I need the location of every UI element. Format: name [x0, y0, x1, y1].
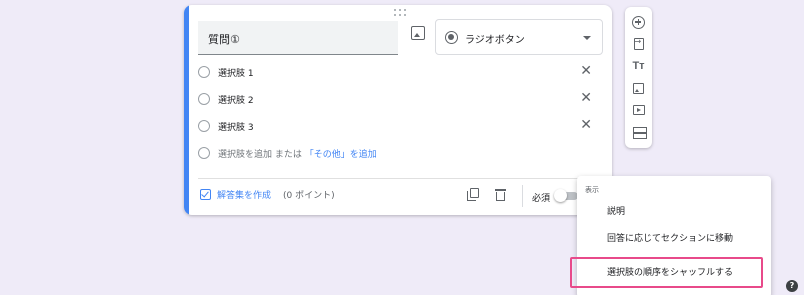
video-icon — [632, 105, 645, 115]
option-label[interactable]: 選択肢 1 — [218, 66, 254, 79]
question-card[interactable]: 質問① ラジオボタン 選択肢 1 ✕ 選択肢 2 ✕ 選択肢 3 ✕ 選択肢を追… — [184, 5, 612, 215]
drag-handle-icon[interactable] — [394, 9, 406, 17]
footer-divider — [198, 178, 600, 179]
add-other-link[interactable]: 「その他」を追加 — [305, 150, 377, 160]
radio-icon — [198, 66, 210, 78]
radio-button-icon — [445, 31, 458, 44]
option-row[interactable]: 選択肢 1 ✕ — [198, 63, 600, 83]
menu-item-go-to-section[interactable]: 回答に応じてセクションに移動 — [607, 231, 733, 244]
option-row[interactable]: 選択肢 2 ✕ — [198, 90, 600, 110]
option-label[interactable]: 選択肢 3 — [218, 120, 254, 133]
close-icon[interactable]: ✕ — [580, 89, 592, 107]
or-text: または — [274, 150, 302, 160]
add-option-row: 選択肢を追加 または 「その他」を追加 — [198, 144, 600, 164]
answer-key-label[interactable]: 解答集を作成 — [217, 188, 271, 201]
image-icon — [633, 82, 644, 94]
help-icon[interactable]: ? — [786, 280, 798, 292]
title-text-icon: Tт — [632, 60, 645, 72]
menu-item-description[interactable]: 説明 — [607, 204, 625, 217]
import-questions-button[interactable] — [625, 33, 652, 55]
close-icon[interactable]: ✕ — [580, 62, 592, 80]
add-title-button[interactable]: Tт — [625, 55, 652, 77]
points-label: (0 ポイント) — [283, 191, 335, 201]
question-type-select[interactable]: ラジオボタン — [435, 19, 603, 55]
question-type-label: ラジオボタン — [465, 35, 525, 46]
radio-icon — [198, 147, 210, 159]
required-toggle[interactable] — [554, 189, 578, 203]
side-toolbar: Tт — [625, 7, 652, 148]
answer-key-icon — [200, 189, 211, 200]
add-section-button[interactable] — [625, 121, 652, 143]
duplicate-icon[interactable] — [467, 188, 479, 201]
answer-key-button[interactable]: 解答集を作成 (0 ポイント) — [200, 188, 335, 201]
question-title-input[interactable]: 質問① — [198, 21, 398, 55]
footer-vertical-divider — [522, 185, 523, 207]
import-icon — [633, 37, 644, 50]
radio-icon — [198, 120, 210, 132]
option-row[interactable]: 選択肢 3 ✕ — [198, 117, 600, 137]
delete-icon[interactable] — [495, 189, 506, 201]
required-label: 必須 — [532, 194, 551, 204]
section-icon — [632, 126, 647, 139]
add-option-link[interactable]: 選択肢を追加 — [218, 150, 272, 160]
radio-icon — [198, 93, 210, 105]
add-circle-icon — [632, 15, 645, 29]
add-image-icon[interactable] — [411, 26, 425, 40]
close-icon[interactable]: ✕ — [580, 116, 592, 134]
add-video-button[interactable] — [625, 99, 652, 121]
option-label[interactable]: 選択肢 2 — [218, 93, 254, 106]
chevron-down-icon — [583, 36, 591, 40]
menu-header: 表示 — [585, 186, 599, 194]
menu-item-shuffle-options[interactable]: 選択肢の順序をシャッフルする — [607, 265, 733, 278]
card-accent-bar — [184, 5, 189, 215]
add-image-button[interactable] — [625, 77, 652, 99]
add-question-button[interactable] — [625, 11, 652, 33]
more-options-menu: 表示 説明 回答に応じてセクションに移動 選択肢の順序をシャッフルする — [570, 176, 771, 295]
